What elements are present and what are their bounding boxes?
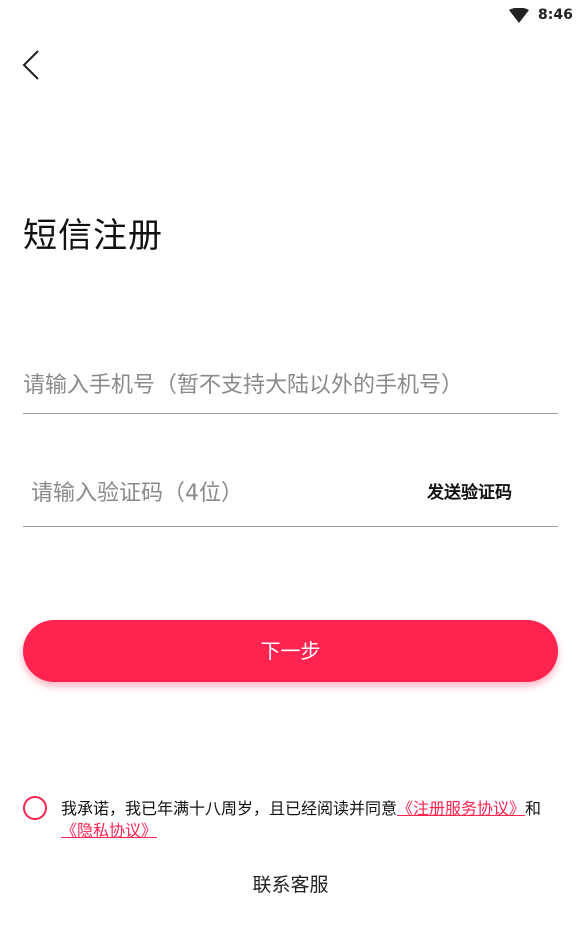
verification-code-field: 发送验证码 xyxy=(23,470,558,527)
privacy-link[interactable]: 《隐私协议》 xyxy=(61,821,157,840)
next-button[interactable]: 下一步 xyxy=(23,620,558,682)
page-title: 短信注册 xyxy=(23,216,163,256)
terms-link[interactable]: 《注册服务协议》 xyxy=(397,799,525,818)
phone-field xyxy=(23,360,558,414)
agreement-checkbox[interactable] xyxy=(23,796,47,820)
agreement-and: 和 xyxy=(525,799,542,818)
back-chevron-icon[interactable] xyxy=(20,48,44,82)
agreement-prefix: 我承诺，我已年满十八周岁，且已经阅读并同意 xyxy=(61,799,398,818)
status-time: 8:46 xyxy=(538,7,573,23)
phone-input[interactable] xyxy=(23,368,553,402)
contact-support-link[interactable]: 联系客服 xyxy=(0,870,581,897)
wifi-icon xyxy=(509,8,529,23)
status-bar: 8:46 xyxy=(0,0,581,32)
agreement-text: 我承诺，我已年满十八周岁，且已经阅读并同意《注册服务协议》和《隐私协议》 xyxy=(61,798,561,842)
send-code-button[interactable]: 发送验证码 xyxy=(427,478,512,503)
verification-code-input[interactable] xyxy=(31,476,411,510)
